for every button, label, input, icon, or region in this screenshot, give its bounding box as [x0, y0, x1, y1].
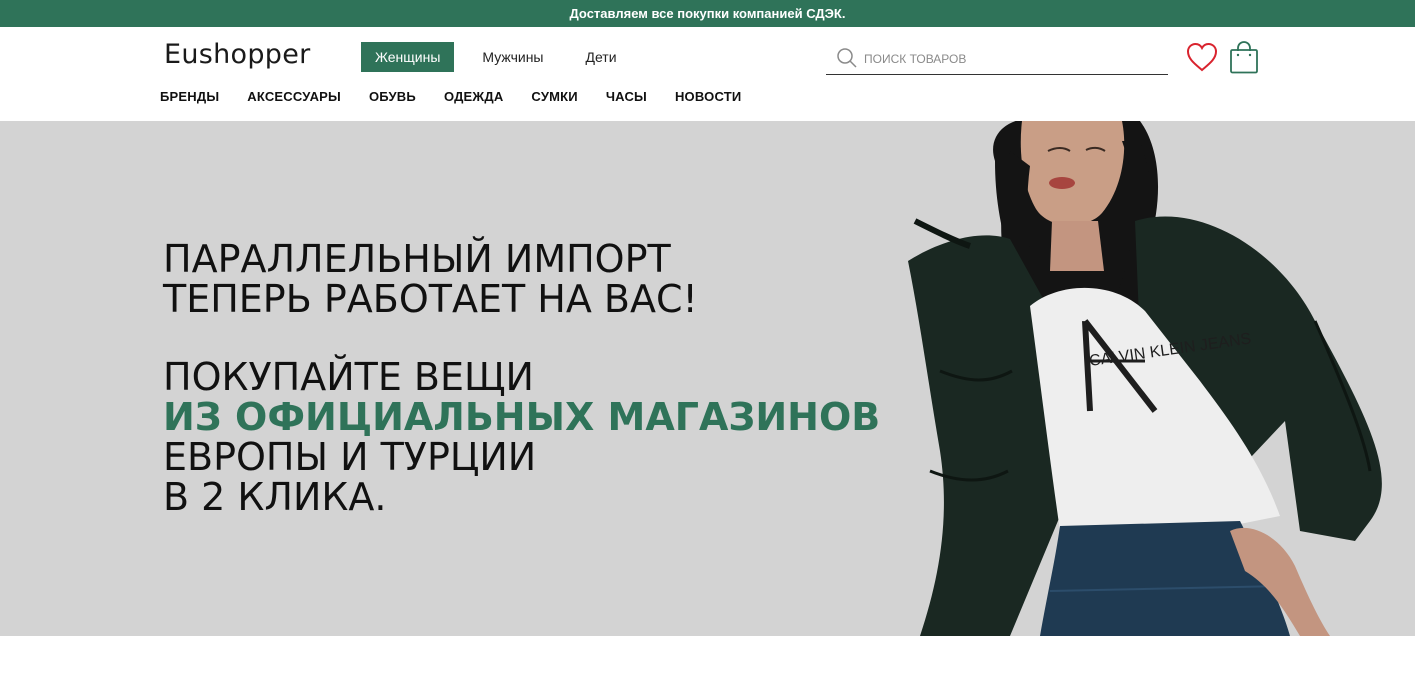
- delivery-announcement-bar: Доставляем все покупки компанией СДЭК.: [0, 0, 1415, 27]
- search-bar: [826, 44, 1168, 75]
- nav-bags[interactable]: СУМКИ: [531, 89, 577, 104]
- tab-men[interactable]: Мужчины: [468, 42, 557, 72]
- search-icon[interactable]: [836, 47, 858, 69]
- nav-shoes[interactable]: ОБУВЬ: [369, 89, 416, 104]
- hero-banner[interactable]: ПАРАЛЛЕЛЬНЫЙ ИМПОРТ ТЕПЕРЬ РАБОТАЕТ НА В…: [0, 121, 1415, 636]
- hero-line: ПОКУПАЙТЕ ВЕЩИ: [163, 355, 534, 399]
- hero-model-image: CALVIN KLEIN JEANS: [908, 121, 1382, 636]
- nav-clothing[interactable]: ОДЕЖДА: [444, 89, 503, 104]
- hero-headline: ПАРАЛЛЕЛЬНЫЙ ИМПОРТ ТЕПЕРЬ РАБОТАЕТ НА В…: [163, 239, 880, 517]
- tab-kids[interactable]: Дети: [572, 42, 631, 72]
- site-header: Eushopper Женщины Мужчины Дети БРЕНДЫ АК…: [0, 27, 1415, 121]
- hero-line: ТЕПЕРЬ РАБОТАЕТ НА ВАС!: [163, 277, 698, 321]
- hero-line: В 2 КЛИКА.: [163, 475, 387, 519]
- tab-women[interactable]: Женщины: [361, 42, 455, 72]
- nav-accessories[interactable]: АКСЕССУАРЫ: [247, 89, 341, 104]
- hero-line-accent: ИЗ ОФИЦИАЛЬНЫХ МАГАЗИНОВ: [163, 395, 881, 439]
- hero-line: ПАРАЛЛЕЛЬНЫЙ ИМПОРТ: [163, 237, 671, 281]
- nav-news[interactable]: НОВОСТИ: [675, 89, 741, 104]
- hero-line: ЕВРОПЫ И ТУРЦИИ: [163, 435, 537, 479]
- gender-tabs: Женщины Мужчины Дети: [361, 42, 645, 72]
- nav-watches[interactable]: ЧАСЫ: [606, 89, 647, 104]
- shopping-bag-icon[interactable]: [1228, 39, 1260, 75]
- category-nav: БРЕНДЫ АКСЕССУАРЫ ОБУВЬ ОДЕЖДА СУМКИ ЧАС…: [160, 89, 769, 104]
- search-input[interactable]: [862, 46, 1162, 72]
- nav-brands[interactable]: БРЕНДЫ: [160, 89, 219, 104]
- delivery-announcement-text: Доставляем все покупки компанией СДЭК.: [569, 6, 846, 21]
- heart-icon[interactable]: [1185, 40, 1219, 74]
- logo[interactable]: Eushopper: [164, 39, 311, 70]
